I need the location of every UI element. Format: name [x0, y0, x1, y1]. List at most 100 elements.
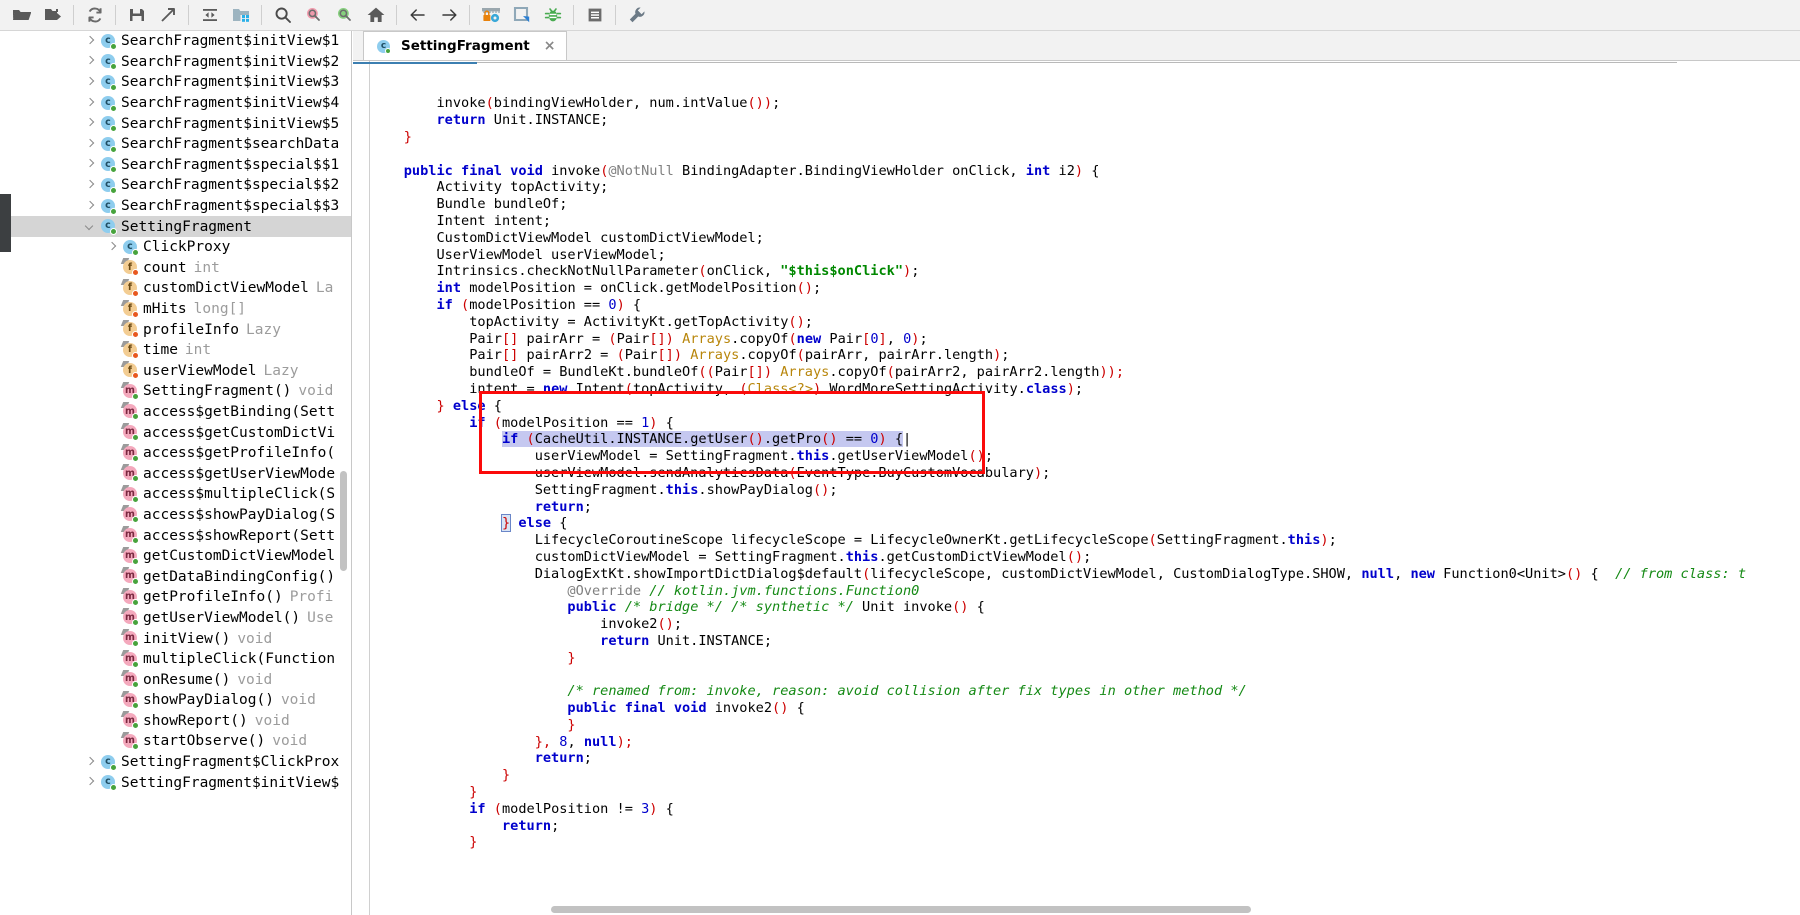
tree-item-access-showreport-sett[interactable]: m access$showReport(Sett — [0, 525, 351, 546]
preferences-icon[interactable] — [621, 1, 652, 30]
comment-search-icon[interactable] — [329, 1, 360, 30]
tree-item-settingfragment-[interactable]: m SettingFragment() void — [0, 381, 351, 402]
close-icon[interactable]: × — [544, 38, 556, 54]
tree-item-showreport-[interactable]: m showReport() void — [0, 711, 351, 732]
sync-with-editor-icon[interactable] — [194, 1, 225, 30]
tree-item-getuserviewmodel-[interactable]: m getUserViewModel() Use — [0, 608, 351, 629]
code-line: return; — [371, 499, 1800, 516]
log-viewer-icon[interactable] — [579, 1, 610, 30]
code-token: == — [837, 431, 871, 448]
add-files-icon[interactable] — [37, 1, 68, 30]
main-activity-icon[interactable] — [360, 1, 391, 30]
tree-item-access-showpaydialog-s[interactable]: m access$showPayDialog(S — [0, 505, 351, 526]
tree-item-searchfragment-special-1[interactable]: c SearchFragment$special$$1 — [0, 155, 351, 176]
chevron-right-icon[interactable] — [84, 55, 97, 68]
tree-vertical-scrollbar[interactable] — [339, 31, 348, 915]
tree-item-multipleclick-function[interactable]: m multipleClick(Function — [0, 649, 351, 670]
open-file-icon[interactable] — [6, 1, 37, 30]
code-line: Intent intent; — [371, 213, 1800, 230]
tree-item-userviewmodel[interactable]: f userViewModel Lazy — [0, 361, 351, 382]
tree-item-settingfragment-clickprox[interactable]: c SettingFragment$ClickProx — [0, 752, 351, 773]
tree-item-type: void — [280, 692, 316, 709]
class-tree-panel[interactable]: c SearchFragment$initView$1 c SearchFragmen… — [0, 31, 352, 915]
tree-item-getdatabindingconfig-[interactable]: m getDataBindingConfig() — [0, 566, 351, 587]
code-token: Unit invoke — [853, 599, 953, 616]
save-all-icon[interactable] — [121, 1, 152, 30]
tree-item-showpaydialog-[interactable]: m showPayDialog() void — [0, 690, 351, 711]
tab-settingfragment[interactable]: c SettingFragment × — [363, 31, 567, 60]
tree-item-time[interactable]: f time int — [0, 340, 351, 361]
tree-item-getprofileinfo-[interactable]: m getProfileInfo() Profi — [0, 587, 351, 608]
chevron-right-icon[interactable] — [84, 76, 97, 89]
tree-item-settingfragment-initview-[interactable]: c SettingFragment$initView$ — [0, 772, 351, 793]
chevron-right-icon[interactable] — [84, 35, 97, 48]
code-token: ; — [804, 313, 813, 330]
tree-item-searchfragment-special-3[interactable]: c SearchFragment$special$$3 — [0, 196, 351, 217]
editor-hscroll-thumb[interactable] — [551, 906, 1251, 913]
tree-item-getcustomdictviewmodel[interactable]: m getCustomDictViewModel — [0, 546, 351, 567]
tree-item-searchfragment-searchdata[interactable]: c SearchFragment$searchData — [0, 134, 351, 155]
editor-gutter[interactable] — [353, 61, 370, 915]
tree-item-searchfragment-special-2[interactable]: c SearchFragment$special$$2 — [0, 175, 351, 196]
chevron-right-icon[interactable] — [106, 241, 119, 254]
code-token: pairArr, pairArr.length — [804, 347, 994, 364]
code-token: ) — [616, 296, 625, 313]
code-line: userViewModel.sendAnalyticsData(EventTyp… — [371, 465, 1800, 482]
tree-item-settingfragment[interactable]: c SettingFragment — [0, 216, 351, 237]
class-search-icon[interactable] — [298, 1, 329, 30]
tree-item-clickproxy[interactable]: c ClickProxy — [0, 237, 351, 258]
tree-item-searchfragment-initview-1[interactable]: c SearchFragment$initView$1 — [0, 31, 351, 52]
chevron-right-icon[interactable] — [84, 97, 97, 110]
tree-item-type: void — [237, 671, 273, 688]
tree-item-label: showReport() — [143, 712, 248, 729]
chevron-right-icon[interactable] — [84, 179, 97, 192]
code-token: { — [657, 800, 674, 817]
chevron-right-icon[interactable] — [84, 117, 97, 130]
forward-icon[interactable] — [433, 1, 464, 30]
code-viewport[interactable]: invoke(bindingViewHolder, num.intValue()… — [353, 61, 1800, 915]
quark-engine-icon[interactable] — [506, 1, 537, 30]
tree-item-initview-[interactable]: m initView() void — [0, 628, 351, 649]
tree-item-customdictviewmodel[interactable]: f customDictViewModel La — [0, 278, 351, 299]
tree-item-searchfragment-initview-4[interactable]: c SearchFragment$initView$4 — [0, 93, 351, 114]
flat-packages-icon[interactable] — [225, 1, 256, 30]
tree-item-profileinfo[interactable]: f profileInfo Lazy — [0, 319, 351, 340]
chevron-down-icon[interactable] — [84, 220, 97, 233]
text-search-icon[interactable] — [267, 1, 298, 30]
chevron-right-icon[interactable] — [84, 776, 97, 789]
tree-item-searchfragment-initview-2[interactable]: c SearchFragment$initView$2 — [0, 52, 351, 73]
export-gradle-icon[interactable] — [152, 1, 183, 30]
chevron-right-icon[interactable] — [84, 756, 97, 769]
editor-horizontal-scrollbar[interactable] — [371, 905, 1796, 915]
tree-item-searchfragment-initview-3[interactable]: c SearchFragment$initView$3 — [0, 72, 351, 93]
tree-item-count[interactable]: f count int — [0, 258, 351, 279]
tree-item-access-getcustomdictvi[interactable]: m access$getCustomDictVi — [0, 422, 351, 443]
tree-item-access-getprofileinfo-[interactable]: m access$getProfileInfo( — [0, 443, 351, 464]
deobfuscation-icon[interactable] — [475, 1, 506, 30]
tree-item-startobserve-[interactable]: m startObserve() void — [0, 731, 351, 752]
tree-item-onresume-[interactable]: m onResume() void — [0, 669, 351, 690]
tree-item-type: void — [254, 712, 290, 729]
chevron-right-icon[interactable] — [84, 138, 97, 151]
chevron-right-icon[interactable] — [84, 200, 97, 213]
tree-item-type: void — [237, 630, 273, 647]
reload-icon[interactable] — [79, 1, 110, 30]
tree-item-searchfragment-initview-5[interactable]: c SearchFragment$initView$5 — [0, 113, 351, 134]
tree-item-access-getuserviewmode[interactable]: m access$getUserViewMode — [0, 463, 351, 484]
decompiled-code[interactable]: invoke(bindingViewHolder, num.intValue()… — [371, 79, 1800, 852]
code-token: , — [1394, 565, 1411, 582]
tree-item-mhits[interactable]: f mHits long[] — [0, 299, 351, 320]
back-icon[interactable] — [402, 1, 433, 30]
main-toolbar — [0, 0, 1800, 31]
tree-item-access-multipleclick-s[interactable]: m access$multipleClick(S — [0, 484, 351, 505]
tree-item-access-getbinding-sett[interactable]: m access$getBinding(Sett — [0, 402, 351, 423]
tree-scroll-thumb[interactable] — [340, 471, 347, 571]
chevron-right-icon[interactable] — [84, 158, 97, 171]
debug-icon[interactable] — [537, 1, 568, 30]
code-token: () — [952, 599, 969, 616]
